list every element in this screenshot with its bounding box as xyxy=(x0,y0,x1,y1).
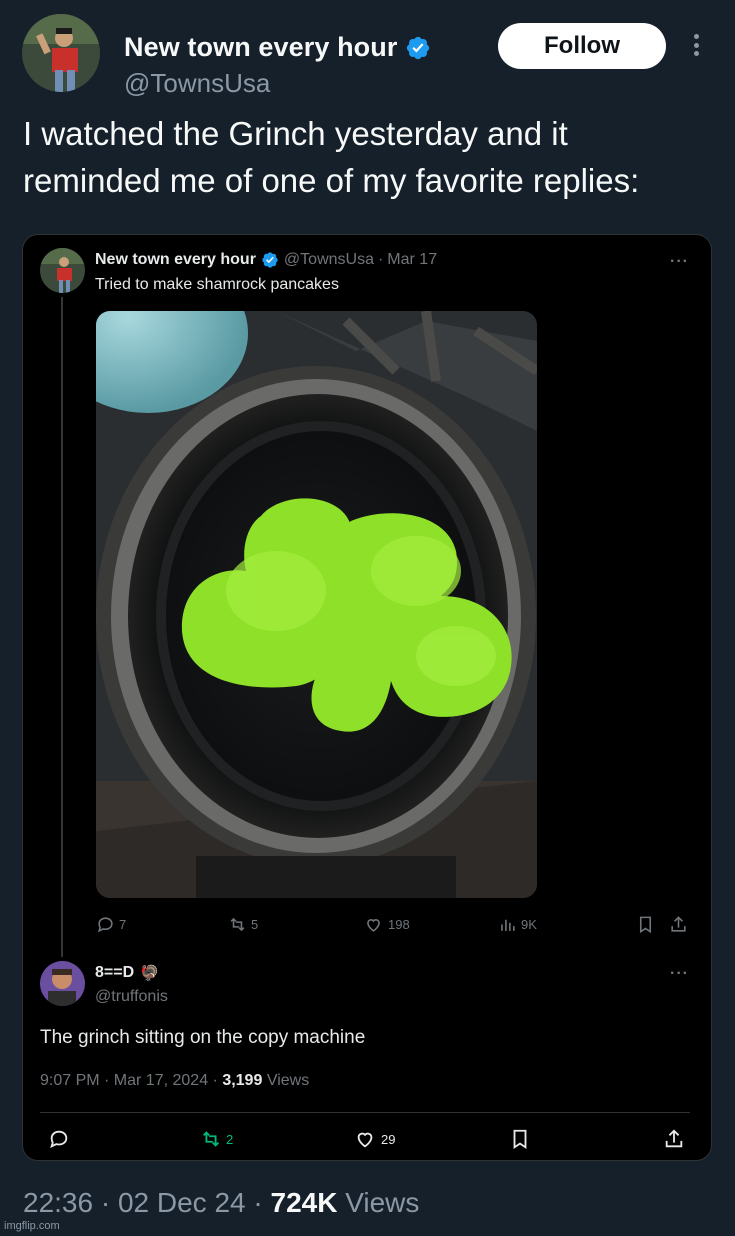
reply-meta: 9:07 PM · Mar 17, 2024 · 3,199 Views xyxy=(40,1072,309,1090)
share-icon xyxy=(671,916,686,932)
reply-display-name-row: 8==D 🦃 xyxy=(95,964,159,982)
author-name-row[interactable]: New town every hour xyxy=(124,32,431,63)
reply-repost-count: 2 xyxy=(200,1128,233,1150)
reply-text: The grinch sitting on the copy machine xyxy=(40,1027,366,1048)
reply-icon xyxy=(50,1130,68,1149)
heart-icon xyxy=(367,919,380,932)
original-author-avatar xyxy=(40,248,85,293)
original-more-icon: ··· xyxy=(670,253,689,270)
reply-view-count: 3,199 xyxy=(222,1072,263,1089)
original-display-name: New town every hour xyxy=(95,251,256,268)
tweet-time[interactable]: 22:36 xyxy=(23,1187,93,1218)
turkey-emoji-icon: 🦃 xyxy=(140,965,159,982)
follow-button[interactable]: Follow xyxy=(498,23,666,69)
tweet-views-label: Views xyxy=(345,1187,420,1218)
views-chart-icon xyxy=(501,919,515,931)
verified-badge-icon xyxy=(407,36,430,59)
reply-more-icon: ··· xyxy=(670,965,689,982)
heart-icon xyxy=(357,1132,373,1148)
reply-display-name: 8==D xyxy=(95,964,135,981)
tweet-date[interactable]: 02 Dec 24 xyxy=(118,1187,246,1218)
imgflip-watermark: imgflip.com xyxy=(4,1220,60,1232)
reply-icon xyxy=(97,917,113,933)
reply-author-avatar xyxy=(40,961,85,1006)
author-avatar[interactable] xyxy=(22,14,100,92)
original-post-header: New town every hour @TownsUsa · Mar 17 xyxy=(95,251,437,269)
original-handle: @TownsUsa xyxy=(283,251,374,268)
repost-icon xyxy=(230,917,245,932)
embedded-screenshot: New town every hour @TownsUsa · Mar 17 ·… xyxy=(22,234,712,1161)
repost-icon xyxy=(203,1131,219,1147)
divider xyxy=(40,1112,690,1113)
reply-like-count: 29 xyxy=(354,1128,395,1150)
bookmark-icon xyxy=(639,916,652,934)
share-icon xyxy=(665,1129,683,1148)
original-view-count: 9K xyxy=(498,915,537,934)
thread-connector-line xyxy=(61,297,63,957)
separator: · xyxy=(377,251,384,268)
original-like-count: 198 xyxy=(364,915,410,934)
author-display-name[interactable]: New town every hour xyxy=(124,32,397,63)
more-options-icon[interactable] xyxy=(686,30,706,60)
reply-share xyxy=(663,1128,685,1150)
separator: · xyxy=(100,1187,111,1218)
author-handle[interactable]: @TownsUsa xyxy=(124,68,270,99)
reply-reply-button xyxy=(48,1128,70,1150)
reply-timestamp: 9:07 PM · Mar 17, 2024 · xyxy=(40,1072,218,1089)
original-repost-count: 5 xyxy=(228,915,258,934)
tweet-text: I watched the Grinch yesterday and it re… xyxy=(23,115,640,199)
reply-views-label: Views xyxy=(266,1072,310,1089)
original-date: Mar 17 xyxy=(387,251,438,268)
pancake-photo xyxy=(96,311,537,898)
original-bookmark xyxy=(636,915,655,934)
verified-badge-icon xyxy=(262,252,278,268)
original-reply-count: 7 xyxy=(96,915,126,934)
tweet-footer: 22:36 · 02 Dec 24 · 724K Views xyxy=(23,1187,419,1219)
bookmark-icon xyxy=(513,1129,527,1149)
reply-bookmark xyxy=(509,1128,531,1150)
original-share xyxy=(669,915,688,934)
reply-handle: @truffonis xyxy=(95,988,168,1005)
separator: · xyxy=(253,1187,263,1218)
tweet-view-count: 724K xyxy=(270,1187,338,1218)
original-post-text: Tried to make shamrock pancakes xyxy=(95,276,339,293)
tweet-header: New town every hour @TownsUsa Follow xyxy=(22,14,713,98)
